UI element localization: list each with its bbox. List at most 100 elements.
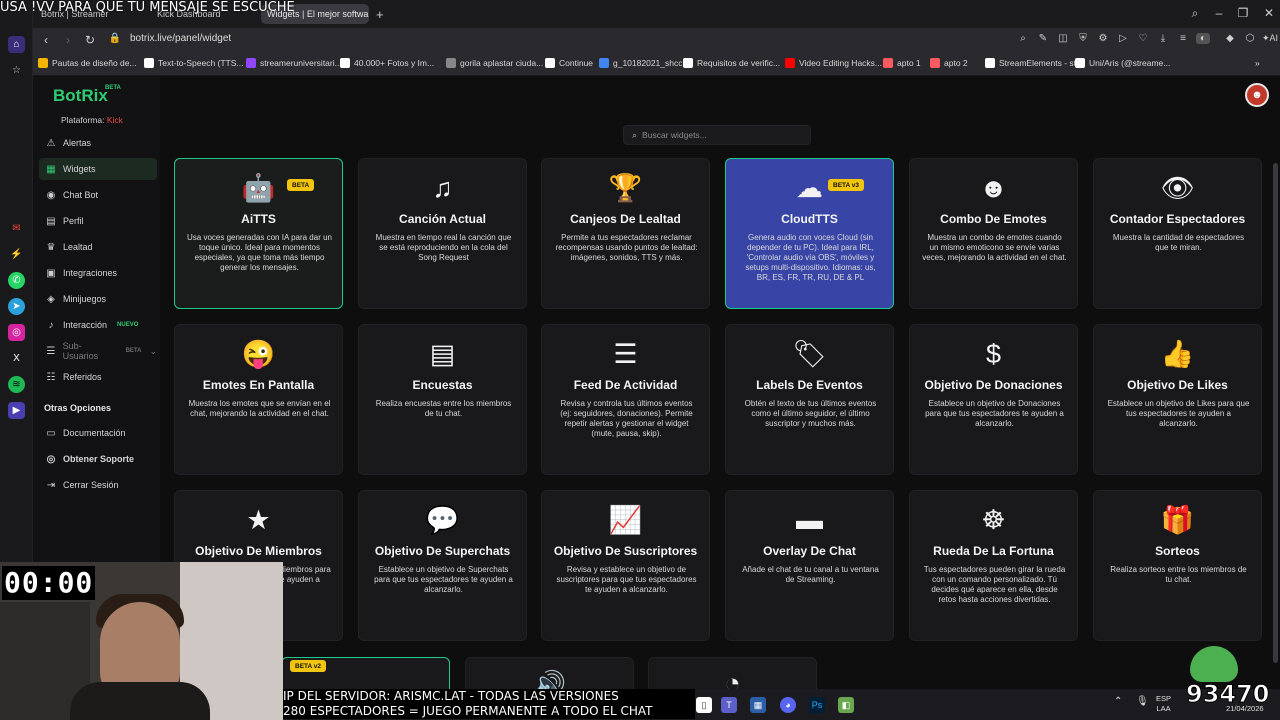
tray-arrow-icon[interactable]: ⌃ [1114,697,1122,707]
bookmark-item[interactable]: Requisitos de verific... [683,58,780,68]
widget-card-encuestas[interactable]: ▤ Encuestas Realiza encuestas entre los mi… [358,324,527,475]
cube-icon[interactable]: ⬡ [1243,33,1257,44]
sidebar-item-alertas[interactable]: ⚠ Alertas [39,132,157,154]
scrollbar[interactable] [1273,163,1278,663]
sidebar-item-sub-usuarios[interactable]: ☰ Sub-Usuarios BETA ⌄ [39,340,157,362]
bookmark-item[interactable]: Continue [545,58,593,68]
bookmark-item[interactable]: Text-to-Speech (TTS... [144,58,244,68]
photoshop-icon[interactable]: Ps [809,697,825,713]
widget-card-sorteos[interactable]: 🎁 Sorteos Realiza sorteos entre los miembr… [1093,490,1262,641]
teams-icon[interactable]: T [721,697,737,713]
widget-card-labels-de-eventos[interactable]: 🏷 Labels De Eventos Obtén el texto de tus … [725,324,894,475]
sidebar-item-perfil[interactable]: ▤ Perfil [39,210,157,232]
sidebar-item-interacci-n[interactable]: ♪ Interacción NUEVO [39,314,157,336]
spotify-icon[interactable]: ≋ [8,376,25,393]
bookmark-item[interactable]: streameruniversitari... [246,58,342,68]
bookmark-item[interactable]: apto 1 [883,58,921,68]
widget-title: Encuestas [412,378,473,392]
bookmark-item[interactable]: g_10182021_shcc [599,58,682,68]
search-icon[interactable]: ⌕ [1016,33,1030,44]
play-icon[interactable]: ▷ [1116,33,1130,44]
sidebar-item-referidos[interactable]: ☷ Referidos [39,366,157,388]
widget-card-feed-de-actividad[interactable]: ☰ Feed De Actividad Revisa y controla tus … [541,324,710,475]
edit-icon[interactable]: ✎ [1036,33,1050,44]
bookmark-item[interactable]: gorila aplastar ciuda... [446,58,543,68]
sidebar-item-chat-bot[interactable]: ◉ Chat Bot [39,184,157,206]
bookmarks-overflow-icon[interactable]: » [1255,58,1260,68]
camera-icon[interactable]: ◫ [1056,33,1070,44]
gmail-icon[interactable]: ✉ [8,220,25,237]
x-icon[interactable]: X [8,350,25,367]
widget-description: Genera audio con voces Cloud (sin depend… [745,233,876,282]
extensions-icon[interactable]: ⚙ [1096,33,1110,44]
widget-card-objetivo-de-likes[interactable]: 👍 Objetivo De Likes Establece un objetivo … [1093,324,1262,475]
bookmark-item[interactable]: Pautas de diseño de... [38,58,137,68]
ai-icon[interactable]: ✦AI [1261,33,1279,44]
widget-card-cloudtts[interactable]: ☁ CloudTTS Genera audio con voces Cloud (s… [725,158,894,309]
star-icon[interactable]: ☆ [8,62,25,79]
widget-card-canjeos-de-lealtad[interactable]: 🏆 Canjeos De Lealtad Permite a tus especta… [541,158,710,309]
wallet-icon[interactable]: ◆ [1223,33,1237,44]
widget-card-overlay-de-chat[interactable]: ▬ Overlay De Chat Añade el chat de tu cana… [725,490,894,641]
bookmark-label: 40.000+ Fotos y Im... [354,58,435,68]
sidebar-item-label: Integraciones [63,268,118,278]
widget-card-objetivo-de-suscriptores[interactable]: 📈 Objetivo De Suscriptores Revisa y establ… [541,490,710,641]
minecraft-icon[interactable]: ◧ [838,697,854,713]
chat-bubble-icon: ▬ [796,504,823,535]
heart-icon[interactable]: ♡ [1136,33,1150,44]
messenger-icon[interactable]: ⚡ [8,246,25,263]
lock-icon: 🔒 [108,33,122,44]
botrix-logo[interactable]: BotRix [53,86,108,106]
restore-icon[interactable]: ❐ [1235,6,1251,20]
download-icon[interactable]: ⤓ [1156,33,1170,44]
instagram-icon[interactable]: ◎ [8,324,25,341]
bookmark-item[interactable]: Uni/Aris (@streame... [1075,58,1170,68]
widget-card-contador-espectadores[interactable]: 👁 Contador Espectadores Muestra la cantida… [1093,158,1262,309]
bookmark-item[interactable]: Video Editing Hacks... [785,58,882,68]
stream-ticker: IP DEL SERVIDOR: ARISMC.LAT - TODAS LAS … [283,689,695,719]
widget-card-rueda-de-la-fortuna[interactable]: ☸ Rueda De La Fortuna Tus espectadores pue… [909,490,1078,641]
widget-card-combo-de-emotes[interactable]: ☻ Combo De Emotes Muestra un combo de emot… [909,158,1078,309]
back-icon[interactable]: ‹ [39,33,53,47]
search-input[interactable]: ⌕ Buscar widgets... [623,125,811,145]
sidebar-item-cerrar-sesi-n[interactable]: ⇥ Cerrar Sesión [39,474,157,496]
language-indicator[interactable]: ESP LAA [1156,694,1171,714]
microphone-icon[interactable]: 🎙 [1136,697,1149,707]
minimize-icon[interactable]: – [1211,6,1227,20]
sidebar-item-widgets[interactable]: ▦ Widgets [39,158,157,180]
user-avatar[interactable]: ☻ [1245,83,1269,107]
new-tab-button[interactable]: + [373,4,391,24]
widget-card-canci-n-actual[interactable]: ♫ Canción Actual Muestra en tiempo real la… [358,158,527,309]
reload-icon[interactable]: ↻ [83,33,97,47]
close-icon[interactable]: ✕ [1261,6,1277,20]
telegram-icon[interactable]: ➤ [8,298,25,315]
discord-icon[interactable]: ◕ [780,697,796,713]
bookmark-item[interactable]: StreamElements - st... [985,58,1083,68]
player-icon[interactable]: ▶ [8,402,25,419]
widget-card-objetivo-de-superchats[interactable]: 💬 Objetivo De Superchats Establece un obje… [358,490,527,641]
sidebar-item-obtener-soporte[interactable]: ◎ Obtener Soporte [39,448,157,470]
shield-icon[interactable]: ⛨ [1076,33,1090,44]
bookmark-item[interactable]: 40.000+ Fotos y Im... [340,58,434,68]
screen: ⌂ ☆ ✉ ⚡ ✆ ➤ ◎ X ≋ ▶ Botrix | Streamer Ki… [0,0,1280,720]
store-icon[interactable]: ▦ [750,697,766,713]
forward-icon[interactable]: › [61,33,75,47]
file-icon[interactable]: ▯ [696,697,712,713]
widget-card-emotes-en-pantalla[interactable]: 😜 Emotes En Pantalla Muestra los emotes qu… [174,324,343,475]
widget-card-aitts[interactable]: 🤖 AiTTS Usa voces generadas con IA para da… [174,158,343,309]
profile-icon[interactable]: ◐ [1196,33,1210,44]
sidebar-item-documentaci-n[interactable]: ▭ Documentación [39,422,157,444]
widget-card-objetivo-de-donaciones[interactable]: $ Objetivo De Donaciones Establece un obje… [909,324,1078,475]
sidebar-item-lealtad[interactable]: ♛ Lealtad [39,236,157,258]
sidebar-item-integraciones[interactable]: ▣ Integraciones [39,262,157,284]
whatsapp-icon[interactable]: ✆ [8,272,25,289]
menu-icon[interactable]: ≡ [1176,33,1190,44]
url-field[interactable]: botrix.live/panel/widget [130,33,231,44]
search-tabs-icon[interactable]: ⌕ [1187,6,1203,21]
home-icon[interactable]: ⌂ [8,36,25,53]
platform-selector[interactable]: Plataforma: Kick [61,115,123,125]
robot-icon: 🤖 [241,173,276,203]
bookmark-item[interactable]: apto 2 [930,58,968,68]
sidebar-item-label: Cerrar Sesión [63,480,119,490]
sidebar-item-minijuegos[interactable]: ◈ Minijuegos [39,288,157,310]
